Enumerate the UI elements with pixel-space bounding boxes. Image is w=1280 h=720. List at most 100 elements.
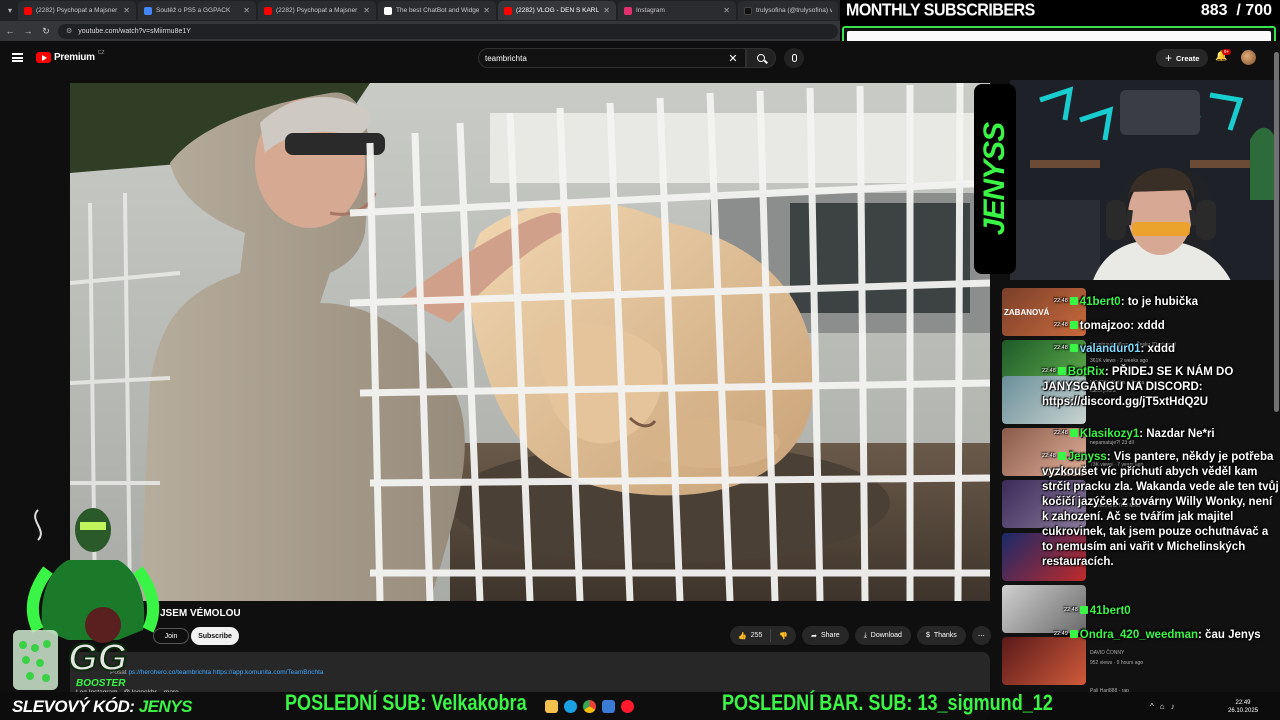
reload-icon[interactable]: ↻ bbox=[40, 26, 52, 37]
browser-tab[interactable]: The best ChatBot and Widgets ✕ bbox=[378, 1, 496, 20]
voice-search-button[interactable] bbox=[784, 48, 804, 68]
share-label: Share bbox=[821, 632, 840, 639]
kick-badge-icon bbox=[1069, 630, 1078, 638]
tab-title: (2282) VLOG - DEN S KARLOSEM bbox=[516, 7, 600, 14]
search-input[interactable] bbox=[485, 53, 727, 63]
tab-title: Instagram bbox=[636, 7, 665, 14]
address-bar[interactable]: ⚙ youtube.com/watch?v=sMiirmu8e1Y bbox=[58, 23, 838, 39]
tab-close-icon[interactable]: ✕ bbox=[723, 6, 730, 15]
country-code: CZ bbox=[97, 49, 105, 56]
chat-text: : čau Jenys bbox=[1198, 629, 1261, 641]
url-text: youtube.com/watch?v=sMiirmu8e1Y bbox=[78, 27, 191, 35]
video-player[interactable] bbox=[70, 83, 990, 601]
share-button[interactable]: ➦ Share bbox=[802, 626, 849, 645]
edge-browser-icon[interactable] bbox=[564, 700, 577, 713]
tab-title: (2282) Psychopat a Majsner vs bbox=[36, 7, 120, 14]
download-button[interactable]: ⤓ Download bbox=[854, 626, 911, 645]
recommendation-meta: DAVID ČONNY bbox=[1090, 650, 1125, 656]
tab-close-icon[interactable]: ✕ bbox=[243, 6, 250, 15]
tab-close-icon[interactable]: ✕ bbox=[483, 6, 490, 15]
create-button[interactable]: + Create bbox=[1156, 49, 1209, 67]
search-button[interactable] bbox=[746, 48, 776, 68]
taskbar bbox=[0, 692, 1280, 720]
search-icon bbox=[757, 54, 765, 62]
kick-badge-icon bbox=[1079, 606, 1088, 614]
tab-close-icon[interactable]: ✕ bbox=[363, 6, 370, 15]
more-horizontal-icon: ⋯ bbox=[977, 632, 985, 640]
youtube-favicon-icon bbox=[24, 6, 32, 15]
youtube-favicon-icon bbox=[504, 6, 512, 15]
streamer-webcam bbox=[1010, 80, 1280, 290]
file-explorer-icon[interactable] bbox=[545, 700, 558, 713]
opera-browser-icon[interactable] bbox=[621, 700, 634, 713]
thanks-icon: $ bbox=[925, 632, 930, 639]
more-actions-button[interactable]: ⋯ bbox=[971, 626, 991, 645]
browser-tab-active[interactable]: (2282) VLOG - DEN S KARLOSEM✕ bbox=[498, 1, 616, 20]
dislike-button[interactable]: 👎 bbox=[771, 632, 796, 640]
webcam-frame bbox=[1010, 80, 1280, 290]
scrollbar-thumb[interactable] bbox=[1274, 52, 1279, 412]
share-icon: ➦ bbox=[811, 632, 817, 640]
search-box[interactable]: ✕ bbox=[478, 48, 746, 68]
chat-username: 41bert0 bbox=[1079, 296, 1121, 308]
browser-tab[interactable]: Instagram ✕ bbox=[618, 1, 736, 20]
tab-close-icon[interactable]: ✕ bbox=[603, 6, 610, 15]
browser-tab[interactable]: (2282) Psychopat a Majsner vs ✕ bbox=[258, 1, 376, 20]
store-icon[interactable] bbox=[602, 700, 615, 713]
channel-logo-overlay: JENYSS bbox=[974, 84, 1016, 274]
account-avatar[interactable] bbox=[1241, 50, 1256, 65]
browser-tab[interactable]: trulysofina (@trulysofina) vysíl bbox=[738, 1, 838, 20]
chat-message: 22:48 tomajzoo: xddd bbox=[1054, 318, 1280, 334]
youtube-logo[interactable]: Premium CZ bbox=[36, 49, 105, 63]
like-button[interactable]: 👍 255 bbox=[730, 629, 772, 642]
system-tray: ^ ⌂ ♪ bbox=[1150, 702, 1175, 711]
chat-username: Ondra_420_weedman bbox=[1079, 629, 1199, 641]
promo-label: SLEVOVÝ KÓD: bbox=[12, 697, 139, 716]
last-bar-sub-overlay: POSLEDNÍ BAR. SUB: 13_sigmund_12 bbox=[722, 690, 1053, 715]
system-clock[interactable]: 22:49 26.10.2025 bbox=[1228, 699, 1258, 715]
chat-text: : to je hubička bbox=[1120, 296, 1199, 308]
chat-message: 22:48 Jenyss: Vis pantere, někdy je potře… bbox=[1042, 449, 1280, 570]
svg-text:BOOSTER: BOOSTER bbox=[76, 678, 126, 689]
site-info-icon[interactable]: ⚙ bbox=[66, 27, 72, 35]
subscriber-goal-count: 883 / 700 bbox=[1201, 2, 1272, 20]
chat-time: 22:48 bbox=[1054, 322, 1068, 328]
video-actions: 👍 255 👎 ➦ Share ⤓ Download $ Thanks ⋯ bbox=[730, 626, 991, 645]
kick-badge-icon bbox=[1069, 321, 1078, 329]
clear-search-icon[interactable]: ✕ bbox=[727, 52, 739, 65]
volume-icon[interactable]: ♪ bbox=[1171, 702, 1175, 711]
thanks-button[interactable]: $ Thanks bbox=[916, 626, 966, 645]
browser-toolbar: ← → ↻ ⚙ youtube.com/watch?v=sMiirmu8e1Y bbox=[0, 21, 840, 41]
chat-text: : Nazdar Ne*ri bbox=[1139, 428, 1215, 440]
subscribe-button[interactable]: Subscribe bbox=[191, 627, 239, 645]
recommendation-meta: ZABANOVÁ bbox=[1004, 308, 1050, 317]
taskbar-apps bbox=[545, 700, 634, 713]
browser-tab[interactable]: (2282) Psychopat a Majsner vs ✕ bbox=[18, 1, 136, 20]
tab-close-icon[interactable]: ✕ bbox=[123, 6, 130, 15]
browser-tab[interactable]: Soutěž o PS5 a GGPACK ✕ bbox=[138, 1, 256, 20]
subscriber-target: / 700 bbox=[1236, 2, 1272, 19]
back-arrow-icon[interactable]: ← bbox=[4, 26, 16, 36]
chat-text: : xddd bbox=[1140, 343, 1176, 355]
site-favicon-icon bbox=[384, 6, 392, 15]
tab-search-icon[interactable]: ▾ bbox=[4, 6, 16, 15]
chat-message: 22:48 41bert0 bbox=[1064, 603, 1280, 619]
download-label: Download bbox=[870, 632, 902, 639]
chevron-up-icon[interactable]: ^ bbox=[1150, 702, 1154, 711]
recommendation-thumbnail[interactable] bbox=[1002, 637, 1086, 685]
network-icon[interactable]: ⌂ bbox=[1160, 702, 1165, 711]
chrome-browser-icon[interactable] bbox=[583, 700, 596, 713]
chat-message: 22:49 Ondra_420_weedman: čau Jenys bbox=[1054, 627, 1280, 643]
chat-text: : xddd bbox=[1130, 320, 1165, 332]
chat-message: 22:48 41bert0: to je hubička bbox=[1054, 294, 1280, 310]
youtube-brand: Premium bbox=[54, 52, 95, 63]
hamburger-menu-icon[interactable] bbox=[12, 53, 23, 62]
tab-title: trulysofina (@trulysofina) vysíl bbox=[756, 7, 832, 14]
kick-badge-icon bbox=[1069, 429, 1078, 437]
download-icon: ⤓ bbox=[863, 631, 867, 639]
thumbs-down-icon: 👎 bbox=[779, 632, 789, 640]
subscriber-current: 883 bbox=[1200, 2, 1228, 19]
page-scrollbar[interactable] bbox=[1274, 52, 1279, 412]
youtube-header: Premium CZ ✕ +Create 🔔 9+ bbox=[0, 41, 1280, 75]
forward-arrow-icon[interactable]: → bbox=[22, 26, 34, 36]
